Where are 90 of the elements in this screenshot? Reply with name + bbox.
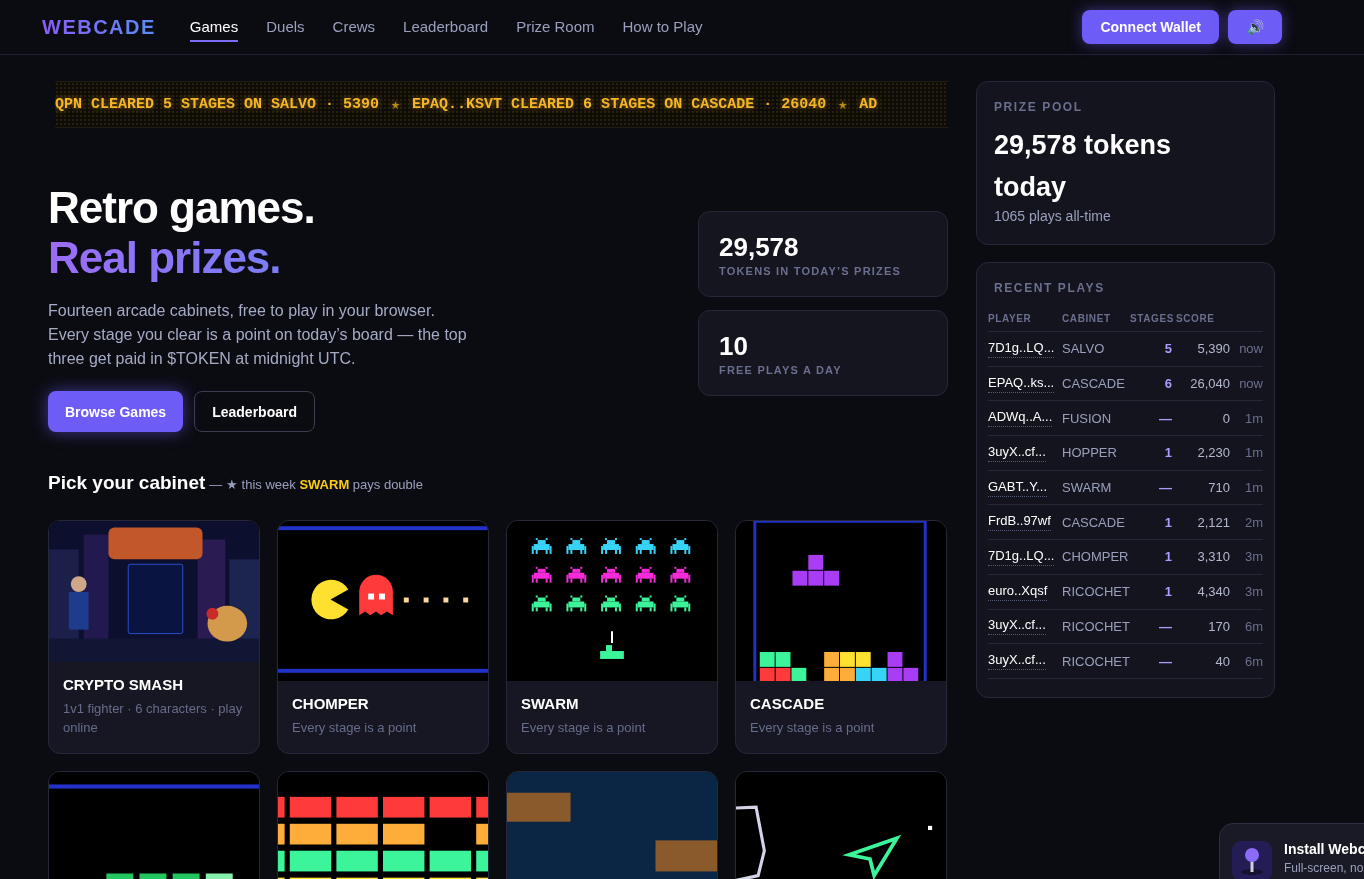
hero-text: Fourteen arcade cabinets, free to play in your browser. Every stage you clear is a point on today’s board — the top three get paid in $TOKEN at midnight UTC.: [48, 301, 468, 369]
connect-wallet-button[interactable]: Connect Wallet: [1082, 10, 1219, 44]
time-cell-text: 6m: [1243, 618, 1263, 634]
ticker-text: AD: [859, 96, 878, 113]
player-link[interactable]: FrdB..97wf: [988, 513, 1051, 532]
stat-value: 10: [719, 331, 749, 362]
time-cell-text: 1m: [1243, 445, 1263, 461]
game-card[interactable]: SWARM Every stage is a point: [506, 520, 718, 754]
player-link[interactable]: 3uyX..cf...: [988, 617, 1046, 636]
stat-label: FREE PLAYS A DAY: [719, 364, 843, 376]
column-header: CABINET: [1062, 312, 1112, 324]
score-cell-text: 3,310: [1196, 549, 1230, 565]
stat-value: 29,578: [719, 232, 800, 263]
game-title: CHOMPER: [292, 695, 370, 712]
column-header: PLAYER: [988, 312, 1033, 324]
score-cell-text: 5,390: [1196, 341, 1230, 357]
cabinet-cell-text: SALVO: [1062, 341, 1106, 357]
game-subtitle: Every stage is a point: [750, 719, 876, 737]
game-title: CRYPTO SMASH: [63, 676, 184, 693]
player-link[interactable]: EPAQ..ks...: [988, 374, 1055, 393]
score-cell-text: 4,340: [1196, 584, 1230, 600]
player-link[interactable]: ADWq..A...: [988, 409, 1053, 428]
nav-link[interactable]: Duels: [266, 12, 305, 42]
time-cell-text: 3m: [1243, 549, 1263, 565]
player-link[interactable]: euro..Xqsf: [988, 582, 1048, 601]
game-subtitle: Every stage is a point: [521, 719, 647, 737]
prize-amount: 29,578 tokens today: [994, 129, 1173, 204]
cabinet-cell: CHOMPER: [1062, 549, 1126, 565]
nav-link[interactable]: Leaderboard: [403, 12, 489, 42]
time-cell-text: now: [1238, 341, 1263, 357]
game-subtitle: 1v1 fighter · 6 characters · play online: [63, 700, 244, 737]
cabinet-cell-text: FUSION: [1062, 410, 1113, 426]
section-title: Pick your cabinet: [48, 472, 206, 494]
score-cell-text: 40: [1214, 653, 1230, 669]
leaderboard-button[interactable]: Leaderboard: [194, 391, 315, 432]
stages-cell-text: 1: [1163, 584, 1172, 600]
game-title: CASCADE: [750, 695, 826, 712]
ticker-text: EPAQ..KSVT CLEARED 6 STAGES ON CASCADE · 26040: [412, 96, 827, 113]
nav-link[interactable]: Crews: [332, 12, 376, 42]
game-title: SWARM: [521, 695, 580, 712]
column-header: STAGES: [1130, 312, 1172, 324]
time-cell-text: now: [1238, 376, 1263, 392]
stages-cell-text: 1: [1163, 514, 1172, 530]
player-link[interactable]: 3uyX..cf...: [988, 652, 1046, 671]
player-link[interactable]: 7D1g..LQ...: [988, 547, 1055, 566]
player-link[interactable]: 3uyX..cf...: [988, 443, 1046, 462]
player-link[interactable]: GABT..Y...: [988, 478, 1047, 497]
game-card[interactable]: CHOMPER Every stage is a point: [277, 520, 489, 754]
panel-label: RECENT PLAYS: [994, 281, 1106, 295]
time-cell-text: 1m: [1243, 410, 1263, 426]
nav-link[interactable]: Games: [189, 12, 239, 42]
game-card[interactable]: CRYPTO SMASH 1v1 fighter · 6 characters · play online: [48, 520, 260, 754]
score-cell-text: 170: [1207, 618, 1230, 634]
cabinet-cell-text: SWARM: [1062, 480, 1113, 496]
stages-cell-text: —: [1158, 410, 1172, 426]
player-link[interactable]: 7D1g..LQ...: [988, 339, 1055, 358]
score-cell-text: 0: [1221, 410, 1230, 426]
plays-count: 1065 plays all-time: [994, 208, 1112, 224]
section-note: — ★ this week SWARM pays double: [209, 477, 423, 492]
star-separator: ★: [838, 96, 848, 114]
time-cell-text: 1m: [1243, 480, 1263, 496]
stages-cell-text: 1: [1163, 445, 1172, 461]
time-cell-text: 3m: [1243, 584, 1263, 600]
stat-label: TOKENS IN TODAY’S PRIZES: [719, 265, 903, 277]
game-card[interactable]: CASCADE Every stage is a point: [735, 520, 947, 754]
nav-link[interactable]: Prize Room: [516, 12, 595, 42]
cabinet-cell: CASCADE: [1062, 514, 1126, 530]
stages-cell-text: —: [1158, 618, 1172, 634]
stages-cell-text: —: [1158, 653, 1172, 669]
star-separator: ★: [391, 96, 401, 114]
cabinet-cell: CASCADE: [1062, 376, 1126, 392]
time-cell-text: 6m: [1243, 653, 1263, 669]
stages-cell-text: 6: [1163, 376, 1172, 392]
score-cell-text: 710: [1207, 480, 1230, 496]
nav-link[interactable]: How to Play: [622, 12, 703, 42]
stages-cell-text: —: [1158, 480, 1172, 496]
score-cell-text: 2,121: [1196, 514, 1230, 530]
stages-cell-text: 1: [1163, 549, 1172, 565]
cabinet-cell-text: HOPPER: [1062, 445, 1118, 461]
panel-label: PRIZE POOL: [994, 100, 1084, 114]
ticker-text: QPN CLEARED 5 STAGES ON SALVO · 5390: [55, 96, 380, 113]
toast-text: Full-screen, no: [1284, 861, 1364, 875]
time-cell-text: 2m: [1243, 514, 1263, 530]
game-subtitle: Every stage is a point: [292, 719, 418, 737]
stages-cell-text: 5: [1163, 341, 1172, 357]
score-cell-text: 26,040: [1189, 376, 1230, 392]
browse-button[interactable]: Browse Games: [48, 391, 184, 432]
column-header: SCORE: [1176, 312, 1216, 324]
score-cell-text: 2,230: [1196, 445, 1230, 461]
hero-title: Retro games.: [48, 183, 316, 233]
